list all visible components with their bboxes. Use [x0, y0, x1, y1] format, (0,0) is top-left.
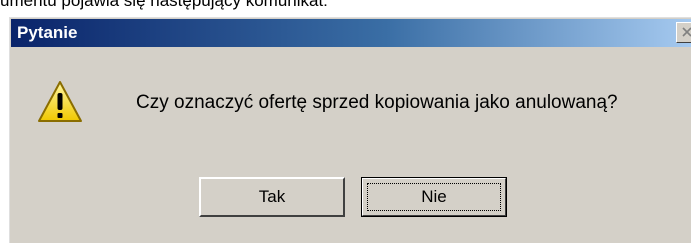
yes-button[interactable]: Tak	[199, 177, 345, 217]
close-icon	[682, 27, 691, 37]
dialog-title: Pytanie	[17, 23, 78, 42]
close-button[interactable]	[676, 22, 691, 43]
dialog-message: Czy oznaczyć ofertę sprzed kopiowania ja…	[136, 92, 618, 113]
question-dialog: Pytanie Czy oznaczyć ofertę sprzed kopio…	[8, 16, 691, 243]
document-text: umentu pojawia się następujący komunikat…	[0, 0, 328, 10]
no-button[interactable]: Nie	[361, 177, 507, 217]
dialog-titlebar[interactable]: Pytanie	[11, 19, 691, 47]
warning-icon	[38, 81, 82, 122]
no-button-label: Nie	[421, 187, 447, 206]
